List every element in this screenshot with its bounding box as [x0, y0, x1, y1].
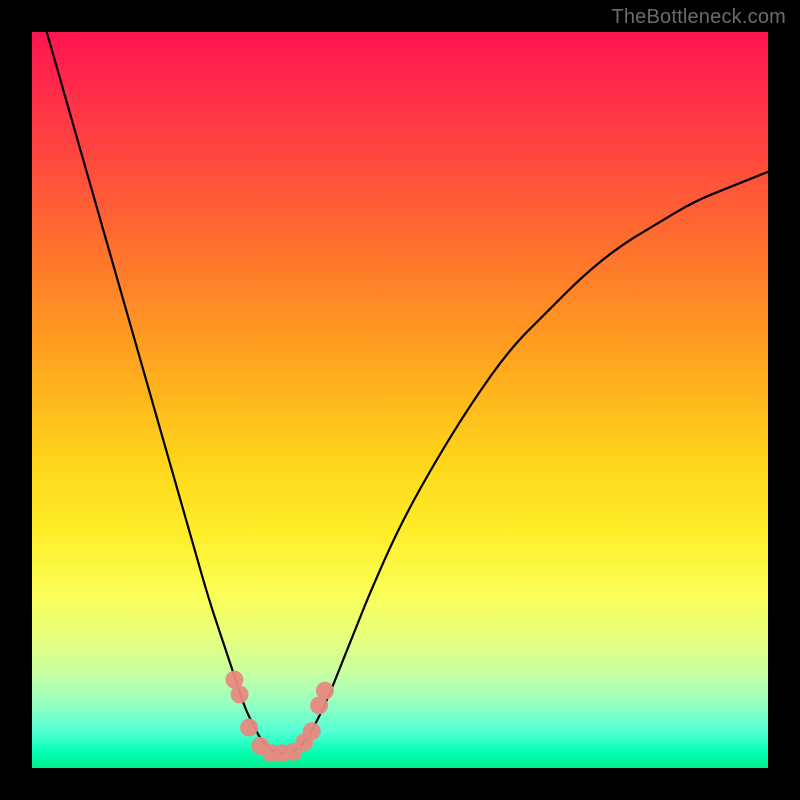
chart-frame: TheBottleneck.com	[0, 0, 800, 800]
marker-dot	[231, 685, 249, 703]
curve-layer	[32, 32, 768, 768]
highlight-markers	[225, 671, 334, 763]
watermark-text: TheBottleneck.com	[611, 6, 786, 29]
marker-dot	[303, 722, 321, 740]
marker-dot	[240, 719, 258, 737]
marker-dot	[316, 682, 334, 700]
plot-area	[32, 32, 768, 768]
bottleneck-curve	[47, 32, 768, 753]
